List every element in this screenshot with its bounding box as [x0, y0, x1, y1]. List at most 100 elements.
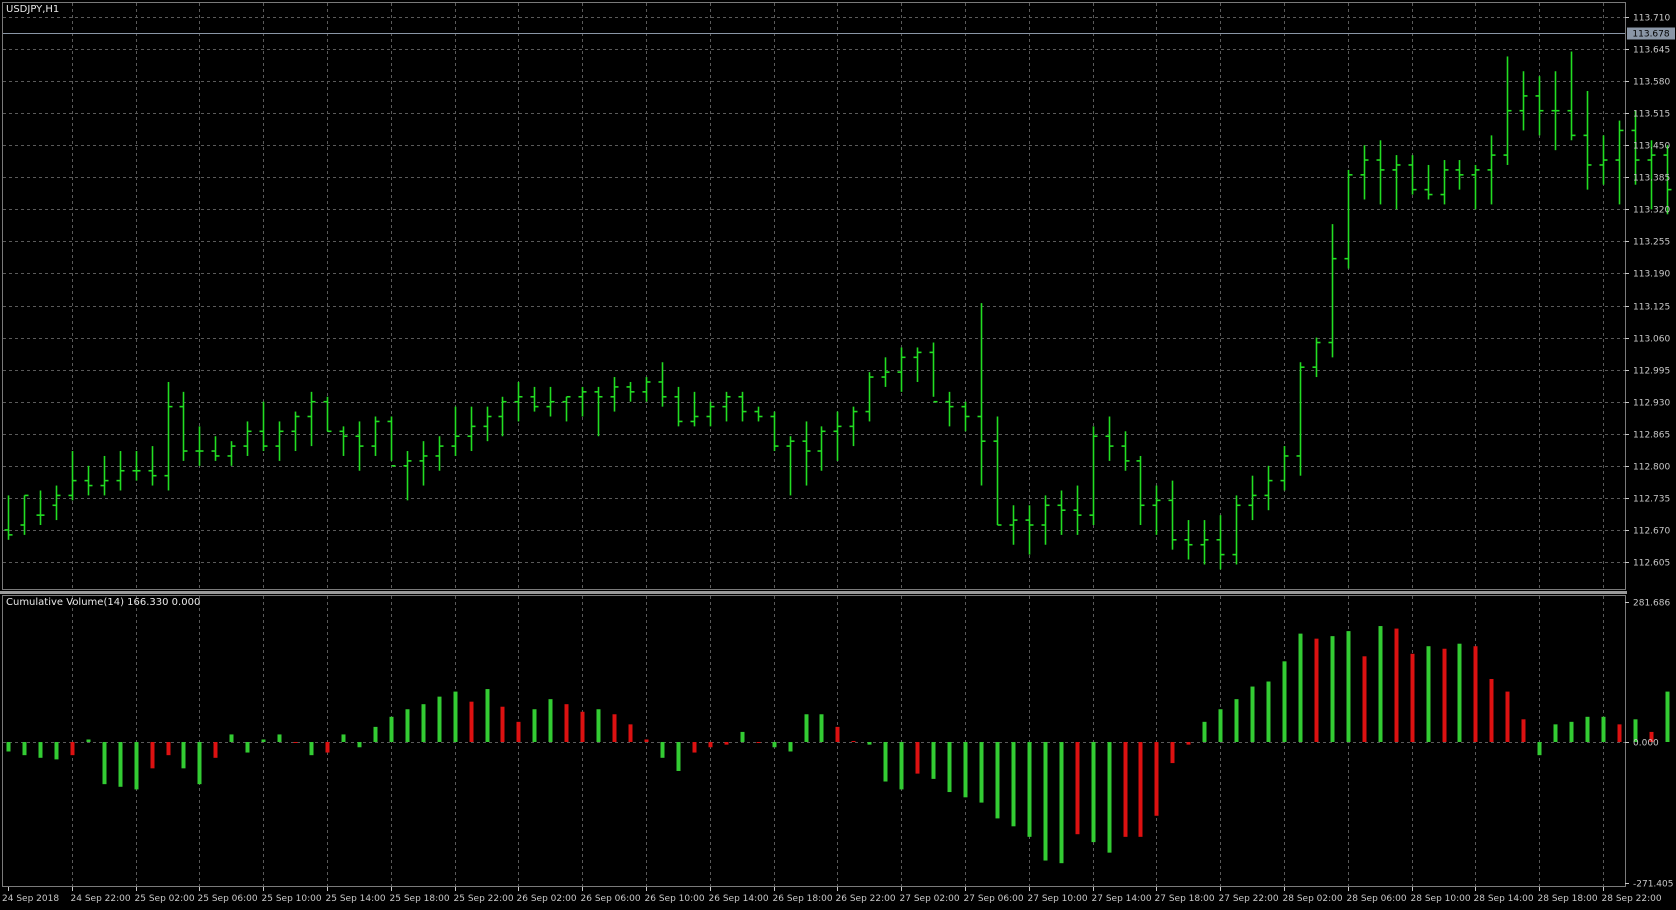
- volume-bar[interactable]: [293, 742, 298, 743]
- volume-bar[interactable]: [676, 742, 681, 771]
- volume-bar[interactable]: [1011, 742, 1016, 827]
- volume-bar[interactable]: [819, 714, 824, 742]
- volume-bar[interactable]: [644, 739, 649, 742]
- volume-bar[interactable]: [70, 742, 75, 756]
- volume-bar[interactable]: [596, 709, 601, 742]
- volume-bar[interactable]: [1027, 742, 1032, 837]
- volume-bar[interactable]: [1601, 716, 1606, 742]
- volume-bar[interactable]: [692, 742, 697, 753]
- volume-bar[interactable]: [1202, 721, 1207, 742]
- volume-bar[interactable]: [325, 742, 330, 753]
- volume-bar[interactable]: [724, 742, 729, 745]
- volume-bar[interactable]: [1123, 742, 1128, 837]
- volume-bar[interactable]: [1521, 719, 1526, 742]
- volume-bar[interactable]: [405, 709, 410, 742]
- volume-bar[interactable]: [1665, 691, 1670, 742]
- volume-bar[interactable]: [1170, 742, 1175, 764]
- volume-bar[interactable]: [357, 742, 362, 748]
- volume-bar[interactable]: [1138, 742, 1143, 837]
- volume-bar[interactable]: [1282, 661, 1287, 742]
- volume-bar[interactable]: [1266, 681, 1271, 742]
- volume-bar[interactable]: [548, 699, 553, 742]
- volume-bar[interactable]: [6, 742, 11, 752]
- volume-bar[interactable]: [245, 742, 250, 753]
- volume-bar[interactable]: [485, 689, 490, 742]
- volume-bar[interactable]: [564, 704, 569, 742]
- volume-bar[interactable]: [804, 714, 809, 742]
- volume-bar[interactable]: [197, 742, 202, 785]
- volume-bar[interactable]: [851, 740, 856, 742]
- volume-bar[interactable]: [979, 742, 984, 803]
- volume-bar[interactable]: [166, 742, 171, 756]
- volume-bar[interactable]: [931, 742, 936, 779]
- volume-bar[interactable]: [580, 711, 585, 742]
- volume-bar[interactable]: [1043, 742, 1048, 861]
- volume-bar[interactable]: [883, 742, 888, 782]
- volume-bar[interactable]: [437, 696, 442, 742]
- volume-bar[interactable]: [788, 742, 793, 752]
- volume-bar[interactable]: [341, 734, 346, 742]
- volume-bar[interactable]: [421, 704, 426, 742]
- volume-bar[interactable]: [134, 742, 139, 790]
- volume-bar[interactable]: [1091, 742, 1096, 843]
- volume-bar[interactable]: [1473, 646, 1478, 742]
- volume-bar[interactable]: [54, 742, 59, 760]
- volume-bar[interactable]: [373, 726, 378, 742]
- volume-bar[interactable]: [309, 742, 314, 756]
- volume-bar[interactable]: [708, 742, 713, 748]
- volume-bar[interactable]: [118, 742, 123, 787]
- volume-bar[interactable]: [1537, 742, 1542, 756]
- volume-bar[interactable]: [1075, 742, 1080, 835]
- volume-bar[interactable]: [1186, 742, 1191, 745]
- volume-bar[interactable]: [995, 742, 1000, 819]
- volume-bar[interactable]: [102, 742, 107, 785]
- volume-bar[interactable]: [1457, 643, 1462, 742]
- volume-bar[interactable]: [612, 714, 617, 742]
- volume-bar[interactable]: [1410, 653, 1415, 742]
- volume-bar[interactable]: [1505, 691, 1510, 742]
- volume-bar[interactable]: [915, 742, 920, 774]
- volume-bar[interactable]: [277, 734, 282, 742]
- volume-bar[interactable]: [1378, 626, 1383, 742]
- volume-bar[interactable]: [660, 742, 665, 758]
- volume-bar[interactable]: [947, 742, 952, 793]
- volume-bar[interactable]: [213, 742, 218, 758]
- volume-bar[interactable]: [1617, 724, 1622, 742]
- volume-bar[interactable]: [1394, 628, 1399, 742]
- volume-bar[interactable]: [756, 742, 761, 743]
- volume-bar[interactable]: [1569, 721, 1574, 742]
- volume-bar[interactable]: [740, 731, 745, 742]
- volume-bar[interactable]: [1330, 636, 1335, 742]
- volume-bar[interactable]: [963, 742, 968, 798]
- volume-bar[interactable]: [1426, 646, 1431, 742]
- volume-bar[interactable]: [516, 721, 521, 742]
- volume-bar[interactable]: [229, 734, 234, 742]
- volume-bar[interactable]: [1362, 656, 1367, 742]
- volume-bar[interactable]: [1218, 709, 1223, 742]
- volume-bar[interactable]: [86, 739, 91, 742]
- volume-bar[interactable]: [1489, 678, 1494, 742]
- volume-bar[interactable]: [261, 739, 266, 742]
- volume-bar[interactable]: [150, 742, 155, 769]
- volume-bar[interactable]: [1442, 648, 1447, 742]
- volume-bar[interactable]: [453, 691, 458, 742]
- volume-bar[interactable]: [22, 742, 27, 756]
- volume-bar[interactable]: [835, 726, 840, 742]
- volume-bar[interactable]: [899, 742, 904, 790]
- volume-bar[interactable]: [1059, 742, 1064, 864]
- volume-bar[interactable]: [1250, 686, 1255, 742]
- volume-bar[interactable]: [469, 701, 474, 742]
- volume-bar[interactable]: [1154, 742, 1159, 816]
- volume-bar[interactable]: [772, 742, 777, 748]
- volume-bar[interactable]: [867, 742, 872, 745]
- volume-bar[interactable]: [1346, 631, 1351, 742]
- volume-bar[interactable]: [1585, 716, 1590, 742]
- volume-bar[interactable]: [1107, 742, 1112, 853]
- volume-bar[interactable]: [1314, 638, 1319, 742]
- volume-bar[interactable]: [628, 724, 633, 742]
- volume-bar[interactable]: [500, 706, 505, 742]
- volume-bar[interactable]: [38, 742, 43, 758]
- volume-bar[interactable]: [181, 742, 186, 769]
- volume-bar[interactable]: [389, 716, 394, 742]
- volume-bar[interactable]: [1298, 633, 1303, 742]
